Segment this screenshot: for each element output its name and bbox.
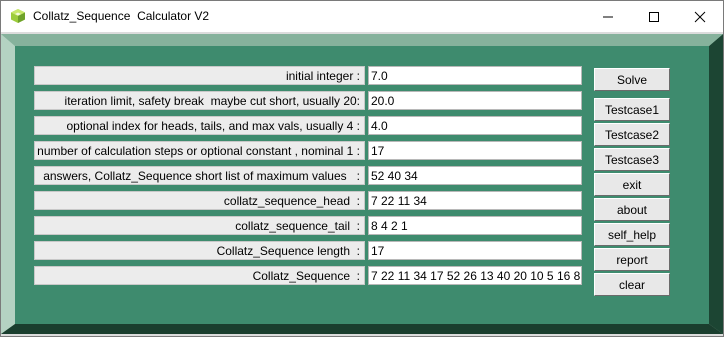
app-cube-icon [11,9,25,23]
close-button[interactable] [677,1,723,32]
maximize-button[interactable] [631,1,677,32]
collatz-sequence-label: Collatz_Sequence : [34,266,365,285]
testcase2-button[interactable]: Testcase2 [594,123,670,146]
max-values-field[interactable]: 52 40 34 [368,166,582,185]
sequence-tail-field[interactable]: 8 4 2 1 [368,216,582,235]
title-bar[interactable]: Collatz_Sequence Calculator V2 [1,1,723,32]
optional-index-field[interactable]: 4.0 [368,116,582,135]
clear-button[interactable]: clear [594,273,670,296]
app-window: Collatz_Sequence Calculator V2 initial i… [0,0,724,337]
minimize-icon [603,16,613,17]
sequence-length-field[interactable]: 17 [368,241,582,260]
close-icon [694,11,706,22]
initial-integer-label: initial integer : [34,66,365,85]
report-button[interactable]: report [594,248,670,271]
solve-button[interactable]: Solve [594,68,670,91]
max-values-label: answers, Collatz_Sequence short list of … [34,166,365,185]
calculation-steps-label: number of calculation steps or optional … [34,141,365,160]
testcase3-button[interactable]: Testcase3 [594,148,670,171]
optional-index-label: optional index for heads, tails, and max… [34,116,365,135]
window-title: Collatz_Sequence Calculator V2 [33,9,210,23]
initial-integer-field[interactable]: 7.0 [368,66,582,85]
sequence-tail-label: collatz_sequence_tail : [34,216,365,235]
about-button[interactable]: about [594,198,670,221]
sequence-head-label: collatz_sequence_head : [34,191,365,210]
self-help-button[interactable]: self_help [594,223,670,246]
exit-button[interactable]: exit [594,173,670,196]
iteration-limit-field[interactable]: 20.0 [368,91,582,110]
testcase1-button[interactable]: Testcase1 [594,98,670,121]
minimize-button[interactable] [585,1,631,32]
iteration-limit-label: iteration limit, safety break maybe cut … [34,91,365,110]
collatz-sequence-field[interactable]: 7 22 11 34 17 52 26 13 40 20 10 5 16 8 4… [368,266,582,285]
sequence-length-label: Collatz_Sequence length : [34,241,365,260]
maximize-icon [649,11,659,22]
sequence-head-field[interactable]: 7 22 11 34 [368,191,582,210]
calculation-steps-field[interactable]: 17 [368,141,582,160]
